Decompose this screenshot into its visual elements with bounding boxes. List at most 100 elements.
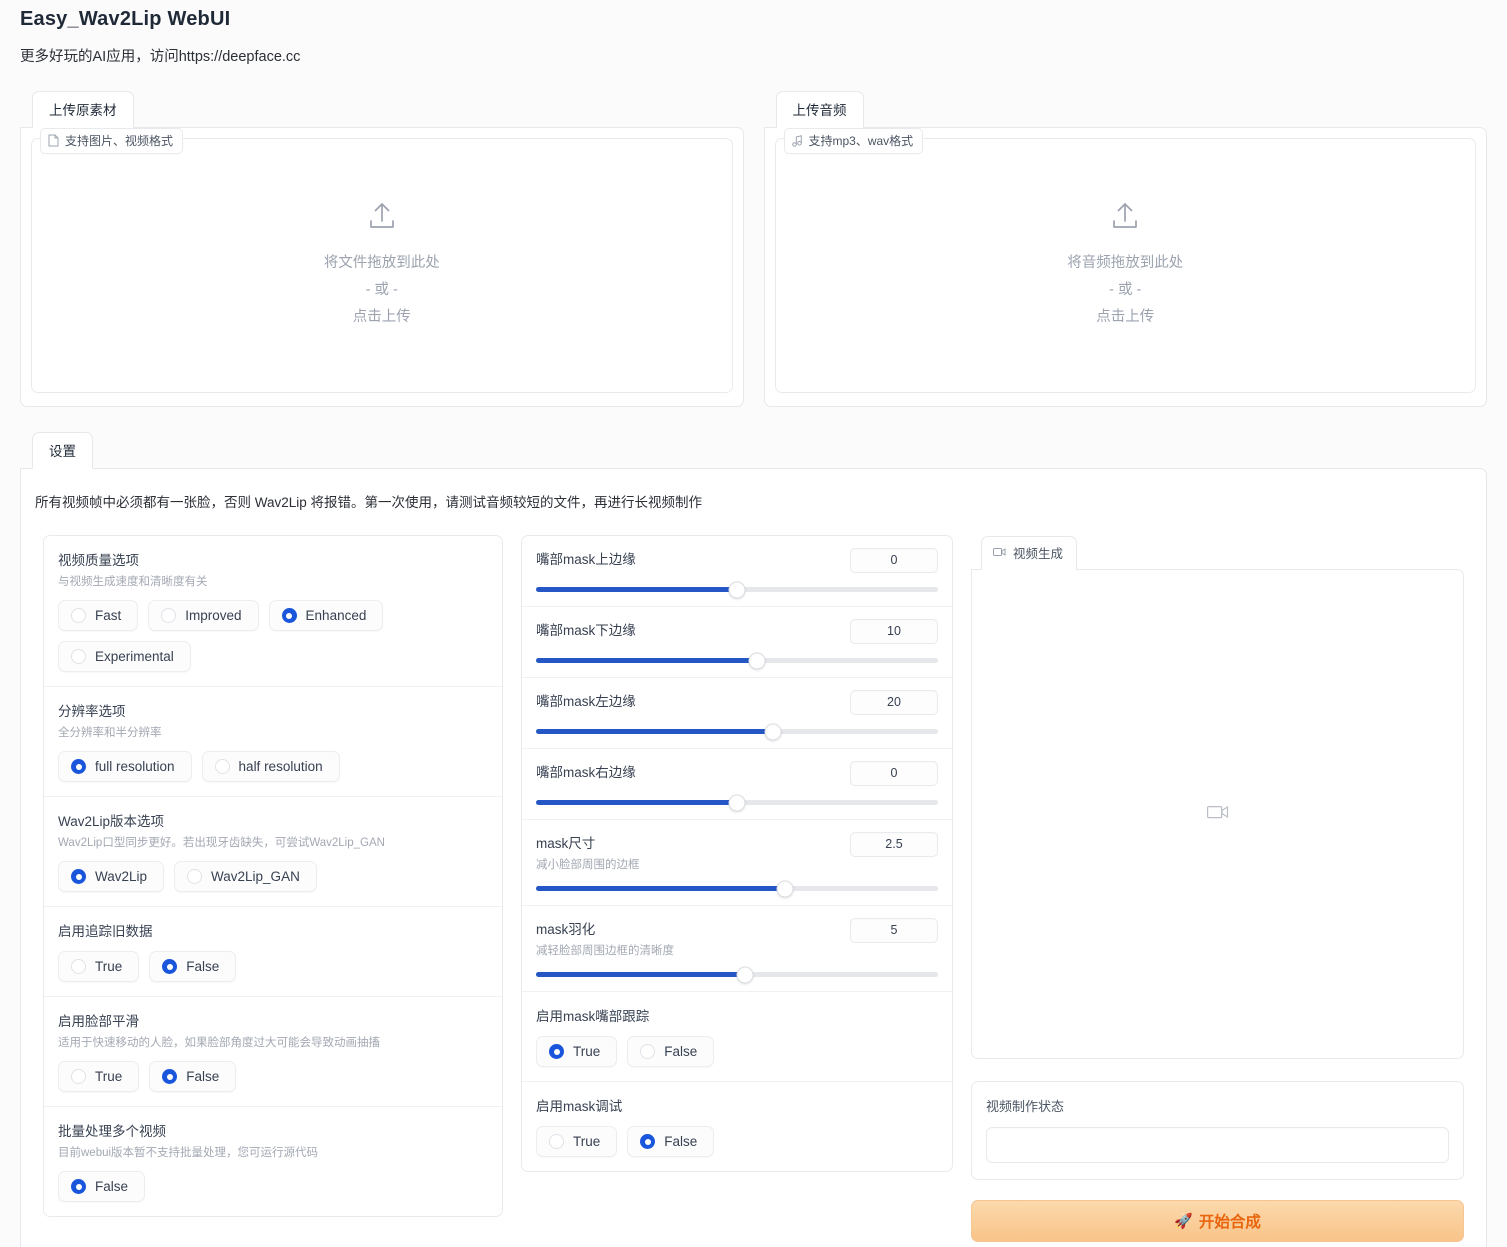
slider-thumb[interactable]: [728, 794, 746, 811]
app-root: Easy_Wav2Lip WebUI 更多好玩的AI应用，访问https://d…: [0, 0, 1507, 1247]
video-preview-area[interactable]: [971, 569, 1464, 1059]
radio-list: True False: [536, 1126, 938, 1157]
slider-thumb[interactable]: [764, 723, 782, 740]
group-subtitle: 与视频生成速度和清晰度有关: [58, 576, 208, 588]
video-status-input[interactable]: [986, 1127, 1449, 1163]
slider-value-input[interactable]: 0: [850, 548, 938, 573]
media-dropzone-inner: 将文件拖放到此处 - 或 - 点击上传: [324, 201, 440, 331]
rocket-icon: 🚀: [1174, 1212, 1193, 1230]
slider-value-input[interactable]: 10: [850, 619, 938, 644]
slider-value-input[interactable]: 5: [850, 918, 938, 943]
upload-audio-tabrow: 上传音频: [764, 90, 1488, 128]
radio-experimental[interactable]: Experimental: [58, 641, 191, 672]
radio-batch-process-false[interactable]: False: [58, 1171, 146, 1202]
group-title: 启用脸部平滑: [58, 1014, 139, 1029]
slider-label: 嘴部mask下边缘: [536, 623, 636, 638]
slider-value-input[interactable]: 20: [850, 690, 938, 715]
radio-full-resolution[interactable]: full resolution: [58, 751, 192, 782]
tab-upload-media[interactable]: 上传原素材: [32, 91, 134, 128]
slider-track[interactable]: [536, 794, 938, 811]
slider-fill: [536, 587, 737, 592]
radio-label: Enhanced: [305, 608, 367, 623]
radio-list: True False: [58, 951, 488, 982]
slider-value-input[interactable]: 0: [850, 761, 938, 786]
slider-value-input[interactable]: 2.5: [850, 832, 938, 857]
slider-thumb[interactable]: [776, 880, 794, 897]
radio-dot-selected: [549, 1044, 564, 1059]
group-title: 视频质量选项: [58, 553, 139, 568]
audio-format-chip-label: 支持mp3、wav格式: [808, 134, 914, 148]
slider-track[interactable]: [536, 966, 938, 983]
slider-fill: [536, 886, 786, 891]
radio-dot-selected: [162, 1069, 178, 1084]
group-subtitle: 全分辨率和半分辨率: [58, 727, 162, 739]
radio-wav2lip-gan[interactable]: Wav2Lip_GAN: [174, 861, 317, 892]
slider-thumb[interactable]: [736, 966, 754, 983]
tab-settings[interactable]: 设置: [32, 432, 93, 469]
radio-mask-debug-false[interactable]: False: [627, 1126, 715, 1157]
radio-mask-debug-true[interactable]: True: [536, 1126, 618, 1157]
radio-list: True False: [536, 1036, 938, 1067]
media-dropzone[interactable]: 支持图片、视频格式 将文件拖放到此处 - 或 - 点击上传: [31, 128, 733, 393]
start-generation-button[interactable]: 🚀 开始合成: [971, 1200, 1464, 1242]
slider-mask-left: 嘴部mask左边缘 20: [522, 678, 952, 749]
radio-track-old-data-false[interactable]: False: [149, 951, 237, 982]
media-drop-text: 将文件拖放到此处: [323, 254, 440, 271]
group-title: Wav2Lip版本选项: [58, 814, 165, 829]
radio-wav2lip[interactable]: Wav2Lip: [58, 861, 165, 892]
radio-dot-selected: [71, 869, 86, 884]
page-subtitle: 更多好玩的AI应用，访问https://deepface.cc: [20, 49, 301, 65]
slider-thumb[interactable]: [748, 652, 766, 669]
radio-improved[interactable]: Improved: [148, 600, 259, 631]
option-group-face-smoothing: 启用脸部平滑 适用于快速移动的人脸，如果脸部角度过大可能会导致动画抽搐 True…: [44, 997, 502, 1107]
upload-media-body: 支持图片、视频格式 将文件拖放到此处 - 或 - 点击上传: [20, 127, 744, 407]
slider-thumb[interactable]: [728, 581, 746, 598]
radio-label: True: [573, 1134, 601, 1149]
radio-fast[interactable]: Fast: [58, 600, 139, 631]
option-group-wav2lip-version: Wav2Lip版本选项 Wav2Lip口型同步更好。若出现牙齿缺失，可尝试Wav…: [44, 797, 502, 907]
slider-track[interactable]: [536, 581, 938, 598]
radio-label: Wav2Lip: [95, 869, 148, 884]
radio-face-smoothing-false[interactable]: False: [149, 1061, 237, 1092]
radio-label: Experimental: [95, 649, 174, 664]
radio-enhanced[interactable]: Enhanced: [268, 600, 384, 631]
radio-list: Wav2Lip Wav2Lip_GAN: [58, 861, 488, 892]
audio-or-text: - 或 -: [1109, 281, 1142, 298]
media-click-upload-text[interactable]: 点击上传: [324, 304, 440, 331]
tab-upload-audio[interactable]: 上传音频: [775, 91, 864, 128]
radio-face-smoothing-true[interactable]: True: [58, 1061, 140, 1092]
upload-row: 上传原素材 支持图片、视频格式 将文件拖放到此处 - 或 - 点击上传 上传音频…: [20, 90, 1487, 407]
audio-click-upload-text[interactable]: 点击上传: [1067, 304, 1183, 331]
slider-track[interactable]: [536, 723, 938, 740]
radio-dot: [549, 1134, 564, 1149]
slider-track[interactable]: [536, 652, 938, 669]
radio-dot: [214, 759, 230, 774]
upload-arrow-icon: [324, 201, 440, 236]
media-or-text: - 或 -: [365, 281, 398, 298]
radio-label: True: [95, 959, 123, 974]
radio-half-resolution[interactable]: half resolution: [201, 751, 340, 782]
upload-audio-panel: 上传音频 支持mp3、wav格式 将音频拖放到此处 - 或 - 点击上传: [763, 90, 1488, 407]
radio-mask-mouth-tracking-false[interactable]: False: [627, 1036, 715, 1067]
audio-dropzone[interactable]: 支持mp3、wav格式 将音频拖放到此处 - 或 - 点击上传: [774, 128, 1476, 393]
radio-dot-selected: [281, 608, 297, 623]
media-format-chip-label: 支持图片、视频格式: [65, 134, 174, 148]
radio-mask-mouth-tracking-true[interactable]: True: [536, 1036, 618, 1067]
radio-track-old-data-true[interactable]: True: [58, 951, 140, 982]
option-group-mask-debug: 启用mask调试 True False: [522, 1082, 952, 1171]
audio-drop-text: 将音频拖放到此处: [1067, 254, 1184, 271]
radio-label: True: [95, 1069, 123, 1084]
video-camera-icon: [1206, 804, 1229, 825]
settings-right-column: 视频生成 视频制作状态 🚀 开始合成: [971, 535, 1464, 1242]
slider-label: mask羽化: [536, 922, 596, 937]
upload-audio-body: 支持mp3、wav格式 将音频拖放到此处 - 或 - 点击上传: [763, 127, 1487, 407]
option-group-mask-mouth-tracking: 启用mask嘴部跟踪 True False: [522, 992, 952, 1082]
tab-video-generation[interactable]: 视频生成: [981, 536, 1078, 570]
video-output-panel: 视频生成: [971, 535, 1464, 1059]
slider-label: 嘴部mask上边缘: [536, 552, 636, 567]
slider-subtitle: 减小脸部周围的边框: [536, 859, 640, 871]
settings-columns: 视频质量选项 与视频生成速度和清晰度有关 Fast Improved Enhan…: [21, 511, 1486, 1242]
slider-track[interactable]: [536, 880, 938, 897]
upload-media-panel: 上传原素材 支持图片、视频格式 将文件拖放到此处 - 或 - 点击上传: [20, 90, 744, 407]
video-status-label: 视频制作状态: [986, 1099, 1065, 1114]
